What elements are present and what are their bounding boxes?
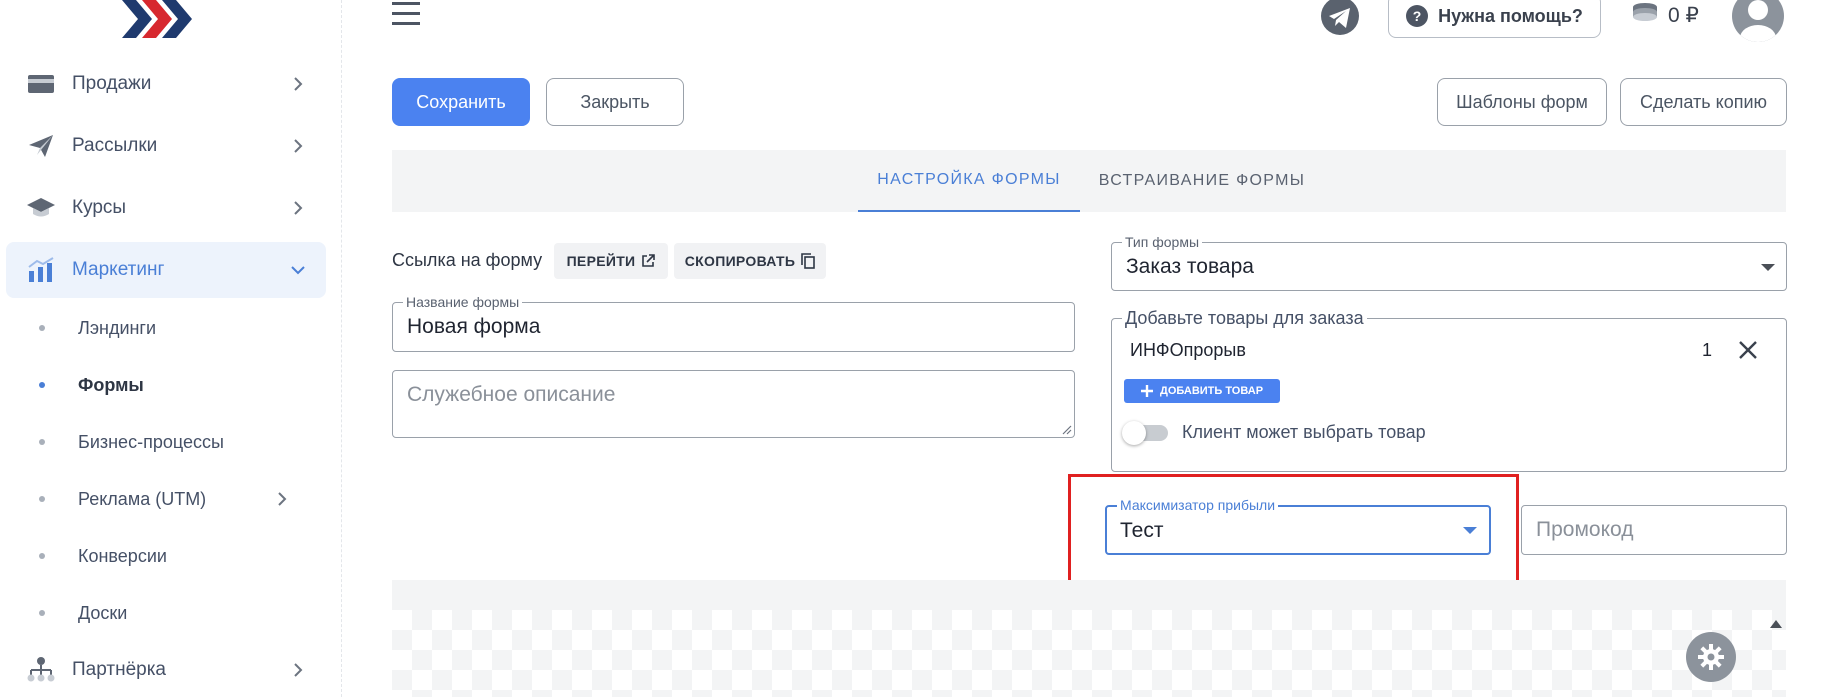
resize-handle-icon[interactable] <box>1062 425 1072 435</box>
sidebar-item-marketing[interactable]: Маркетинг <box>6 242 326 298</box>
sidebar-item-label: Курсы <box>72 197 127 218</box>
sidebar-item-label: Рассылки <box>72 135 158 156</box>
sidebar-subitem-label: Реклама (UTM) <box>78 488 207 509</box>
external-link-icon <box>642 254 656 267</box>
bullet-icon <box>39 553 45 559</box>
chevron-right-icon <box>294 201 303 215</box>
promo-code-placeholder: Промокод <box>1536 518 1634 541</box>
bullet-icon <box>39 610 45 616</box>
sidebar-subitem-ads-utm[interactable]: Реклама (UTM) <box>6 479 326 519</box>
form-name-field[interactable]: Название формы Новая форма <box>392 294 1075 352</box>
copy-link-label: СКОПИРОВАТЬ <box>684 253 796 269</box>
goto-label: ПЕРЕЙТИ <box>566 253 636 269</box>
sidebar-subitem-label: Лэндинги <box>78 317 157 338</box>
sidebar-item-label: Партнёрка <box>72 659 166 680</box>
logo[interactable] <box>122 0 202 38</box>
sidebar-subitem-business-processes[interactable]: Бизнес-процессы <box>6 422 326 462</box>
sidebar-subitem-label: Формы <box>78 374 144 395</box>
products-legend: Добавьте товары для заказа <box>1122 308 1367 328</box>
sidebar-subitem-forms[interactable]: Формы <box>6 365 326 405</box>
bullet-icon <box>39 439 45 445</box>
sidebar-subitem-boards[interactable]: Доски <box>6 593 326 633</box>
gear-icon <box>1698 644 1724 670</box>
form-link-label: Ссылка на форму <box>392 250 543 270</box>
avatar[interactable] <box>1732 0 1784 42</box>
sidebar-subitem-label: Конверсии <box>78 545 167 566</box>
sidebar-subitem-label: Бизнес-процессы <box>78 431 224 452</box>
chevron-right-icon <box>294 663 303 677</box>
copy-link-button[interactable]: СКОПИРОВАТЬ <box>674 243 826 279</box>
toggle-knob <box>1122 421 1146 445</box>
sidebar-item-label: Продажи <box>72 73 152 94</box>
sidebar-item-courses[interactable]: Курсы <box>6 180 326 236</box>
sidebar-item-sales[interactable]: Продажи <box>6 56 326 112</box>
sitemap-icon <box>26 656 56 684</box>
settings-button[interactable] <box>1686 632 1736 682</box>
sidebar-subitem-label: Доски <box>78 602 128 623</box>
goto-button[interactable]: ПЕРЕЙТИ <box>554 243 668 279</box>
client-choose-toggle[interactable] <box>1122 421 1168 445</box>
bullet-icon <box>39 325 45 331</box>
coins-icon <box>1633 3 1657 21</box>
sidebar-item-partners[interactable]: Партнёрка <box>6 642 326 697</box>
tab-form-settings[interactable]: НАСТРОЙКА ФОРМЫ <box>858 150 1080 212</box>
add-product-button[interactable]: ДОБАВИТЬ ТОВАР <box>1124 379 1280 403</box>
caret-down-icon <box>1761 264 1775 271</box>
question-icon: ? <box>1406 5 1429 27</box>
chevron-right-icon <box>278 492 287 506</box>
close-icon[interactable] <box>1736 338 1760 362</box>
user-icon <box>1740 0 1776 42</box>
tab-form-embedding[interactable]: ВСТРАИВАНИЕ ФОРМЫ <box>1092 150 1312 212</box>
help-label: Нужна помощь? <box>1438 5 1583 26</box>
menu-icon[interactable] <box>392 0 420 28</box>
form-templates-button[interactable]: Шаблоны форм <box>1437 78 1607 126</box>
bullet-icon <box>39 496 45 502</box>
product-quantity[interactable]: 1 <box>1702 340 1712 361</box>
product-name: ИНФОпрорыв <box>1130 340 1246 360</box>
chart-icon <box>26 256 56 284</box>
graduation-cap-icon <box>26 194 56 222</box>
bullet-icon <box>39 382 45 388</box>
sidebar-subitem-conversions[interactable]: Конверсии <box>6 536 326 576</box>
sidebar: Продажи Рассылки Курсы Маркетинг Лэндинг… <box>0 0 342 697</box>
preview-header <box>392 580 1786 610</box>
form-type-value: Заказ товара <box>1126 255 1254 278</box>
sidebar-item-mailings[interactable]: Рассылки <box>6 118 326 174</box>
plus-icon <box>1141 385 1153 397</box>
description-textarea[interactable]: Служебное описание <box>392 370 1075 438</box>
add-product-label: ДОБАВИТЬ ТОВАР <box>1160 385 1264 397</box>
save-button[interactable]: Сохранить <box>392 78 530 126</box>
help-button[interactable]: ? Нужна помощь? <box>1388 0 1601 38</box>
description-placeholder: Служебное описание <box>407 383 616 406</box>
paper-plane-icon <box>26 132 56 160</box>
close-button[interactable]: Закрыть <box>546 78 684 126</box>
sidebar-subitem-landings[interactable]: Лэндинги <box>6 308 326 348</box>
wallet-icon <box>26 70 56 98</box>
form-preview <box>392 610 1786 697</box>
copy-icon <box>801 253 816 269</box>
promo-code-input[interactable]: Промокод <box>1521 505 1787 555</box>
chevron-right-icon <box>294 139 303 153</box>
form-name-value: Новая форма <box>407 315 541 338</box>
telegram-icon[interactable] <box>1320 0 1360 36</box>
form-type-select[interactable]: Тип формы Заказ товара <box>1111 234 1787 291</box>
balance[interactable]: 0 ₽ <box>1630 0 1699 30</box>
highlight-frame <box>1068 474 1519 585</box>
sidebar-item-label: Маркетинг <box>72 259 165 280</box>
make-copy-button[interactable]: Сделать копию <box>1620 78 1787 126</box>
client-choose-label: Клиент может выбрать товар <box>1182 422 1426 442</box>
balance-value: 0 ₽ <box>1668 3 1699 27</box>
form-type-legend: Тип формы <box>1122 234 1203 250</box>
scroll-up-icon[interactable] <box>1770 620 1782 628</box>
chevron-down-icon <box>291 266 305 275</box>
tabs-bar: НАСТРОЙКА ФОРМЫ ВСТРАИВАНИЕ ФОРМЫ <box>392 150 1786 212</box>
chevron-right-icon <box>294 77 303 91</box>
form-name-legend: Название формы <box>403 294 523 310</box>
